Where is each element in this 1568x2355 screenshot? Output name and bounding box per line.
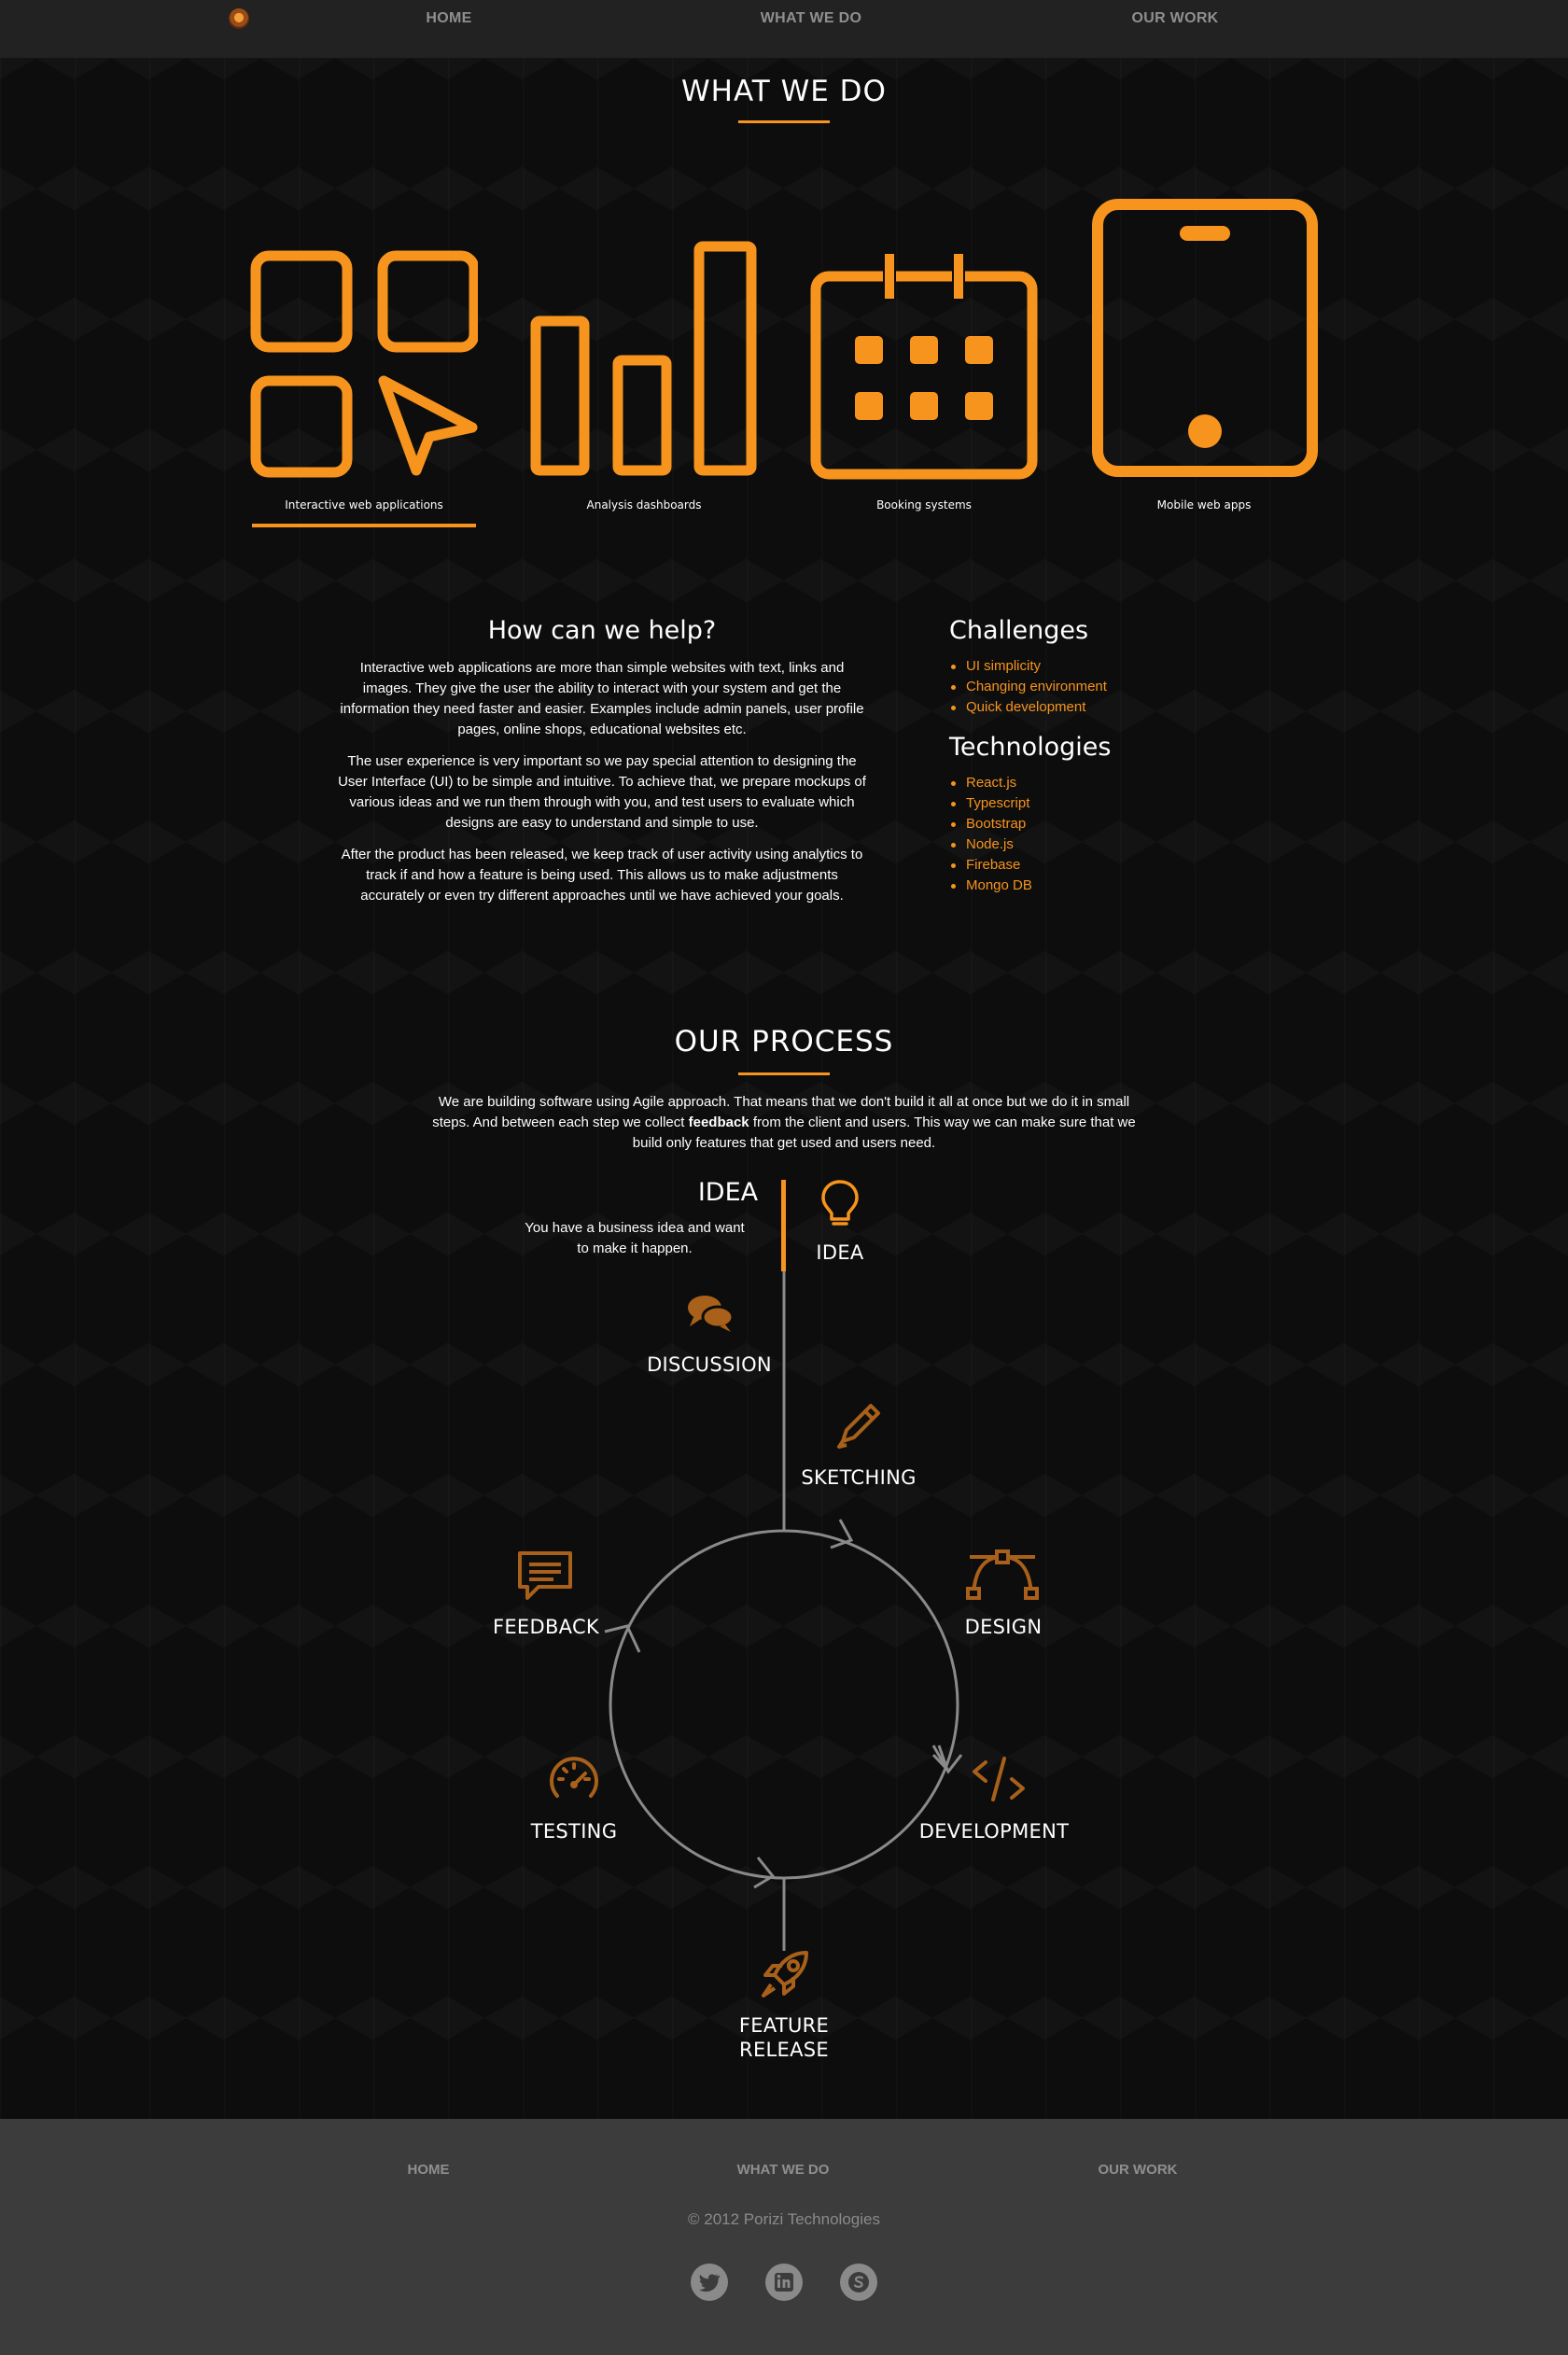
help-paragraph: Interactive web applications are more th… — [340, 660, 864, 737]
comment-icon[interactable] — [516, 1549, 574, 1602]
list-item: Changing environment — [949, 677, 1257, 697]
bezier-curve-icon[interactable] — [966, 1548, 1039, 1600]
skype-icon[interactable] — [840, 2264, 877, 2301]
grid-cursor-icon[interactable] — [250, 250, 478, 478]
step-label-feedback[interactable]: FEEDBACK — [493, 1616, 599, 1638]
bar-chart-icon[interactable] — [529, 241, 759, 478]
service-label-mobile-web-apps: Mobile web apps — [1156, 498, 1252, 512]
help-paragraph: After the product has been released, we … — [341, 847, 863, 904]
active-step-description: You have a business idea and want to mak… — [525, 1220, 745, 1256]
nav-what-we-do[interactable]: WHAT WE DO — [761, 10, 861, 27]
list-item: Quick development — [949, 697, 1257, 718]
title-underline — [738, 1072, 830, 1075]
process-intro: We are building software using Agile app… — [420, 1092, 1148, 1154]
step-label-discussion[interactable]: DISCUSSION — [647, 1353, 772, 1376]
mobile-icon[interactable] — [1091, 198, 1319, 478]
logo[interactable] — [229, 8, 249, 29]
linkedin-icon[interactable] — [765, 2264, 803, 2301]
list-item: React.js — [949, 773, 1257, 793]
nav-home[interactable]: HOME — [426, 10, 471, 27]
footer: HOME WHAT WE DO OUR WORK © 2012 Porizi T… — [0, 2119, 1568, 2355]
what-we-do-title: WHAT WE DO — [681, 75, 887, 108]
pencil-icon[interactable] — [833, 1400, 884, 1451]
copyright: © 2012 Porizi Technologies — [688, 2210, 880, 2228]
service-label-interactive-web-apps: Interactive web applications — [285, 498, 443, 512]
help-section: How can we help? Interactive web applica… — [336, 616, 868, 918]
list-item: UI simplicity — [949, 656, 1257, 677]
challenges-list: UI simplicity Changing environment Quick… — [949, 656, 1257, 718]
footer-nav-home[interactable]: HOME — [408, 2162, 450, 2178]
nav-our-work[interactable]: OUR WORK — [1131, 10, 1218, 27]
technologies-list: React.js Typescript Bootstrap Node.js Fi… — [949, 773, 1257, 896]
step-label-testing[interactable]: TESTING — [531, 1820, 618, 1843]
step-label-feature-release[interactable]: FEATURE RELEASE — [739, 2013, 829, 2062]
help-title: How can we help? — [487, 616, 717, 645]
rocket-icon[interactable] — [758, 1947, 812, 2001]
calendar-icon[interactable] — [810, 252, 1038, 480]
top-navigation: HOME WHAT WE DO OUR WORK — [0, 0, 1568, 58]
our-process-title: OUR PROCESS — [674, 1025, 894, 1058]
step-label-sketching[interactable]: SKETCHING — [801, 1466, 916, 1489]
step-label-line: RELEASE — [739, 2039, 829, 2061]
technologies-title: Technologies — [949, 733, 1112, 762]
list-item: Firebase — [949, 855, 1257, 876]
step-label-idea[interactable]: IDEA — [816, 1241, 863, 1264]
challenges-title: Challenges — [949, 616, 1089, 645]
help-paragraph: The user experience is very important so… — [338, 753, 866, 831]
list-item: Typescript — [949, 793, 1257, 814]
active-step-indicator — [781, 1180, 786, 1271]
footer-nav-our-work[interactable]: OUR WORK — [1099, 2162, 1178, 2178]
service-active-indicator — [252, 524, 476, 527]
chat-bubbles-icon[interactable] — [686, 1293, 735, 1334]
step-label-design[interactable]: DESIGN — [965, 1616, 1043, 1638]
twitter-icon[interactable] — [691, 2264, 728, 2301]
code-icon[interactable] — [971, 1755, 1027, 1805]
speedometer-icon[interactable] — [548, 1755, 600, 1807]
list-item: Mongo DB — [949, 876, 1257, 896]
step-label-line: FEATURE — [738, 2014, 830, 2037]
active-step-title: IDEA — [697, 1178, 759, 1207]
step-label-development[interactable]: DEVELOPMENT — [919, 1820, 1069, 1843]
side-column: Challenges UI simplicity Changing enviro… — [949, 616, 1257, 911]
list-item: Node.js — [949, 834, 1257, 855]
background-pattern — [0, 58, 1568, 2119]
service-label-booking-systems: Booking systems — [876, 498, 972, 512]
footer-nav-what-we-do[interactable]: WHAT WE DO — [737, 2162, 830, 2178]
title-underline — [738, 120, 830, 123]
list-item: Bootstrap — [949, 814, 1257, 834]
intro-bold-text: feedback — [688, 1114, 749, 1130]
lightbulb-icon[interactable] — [819, 1178, 861, 1227]
service-label-analysis-dashboards: Analysis dashboards — [586, 498, 702, 512]
